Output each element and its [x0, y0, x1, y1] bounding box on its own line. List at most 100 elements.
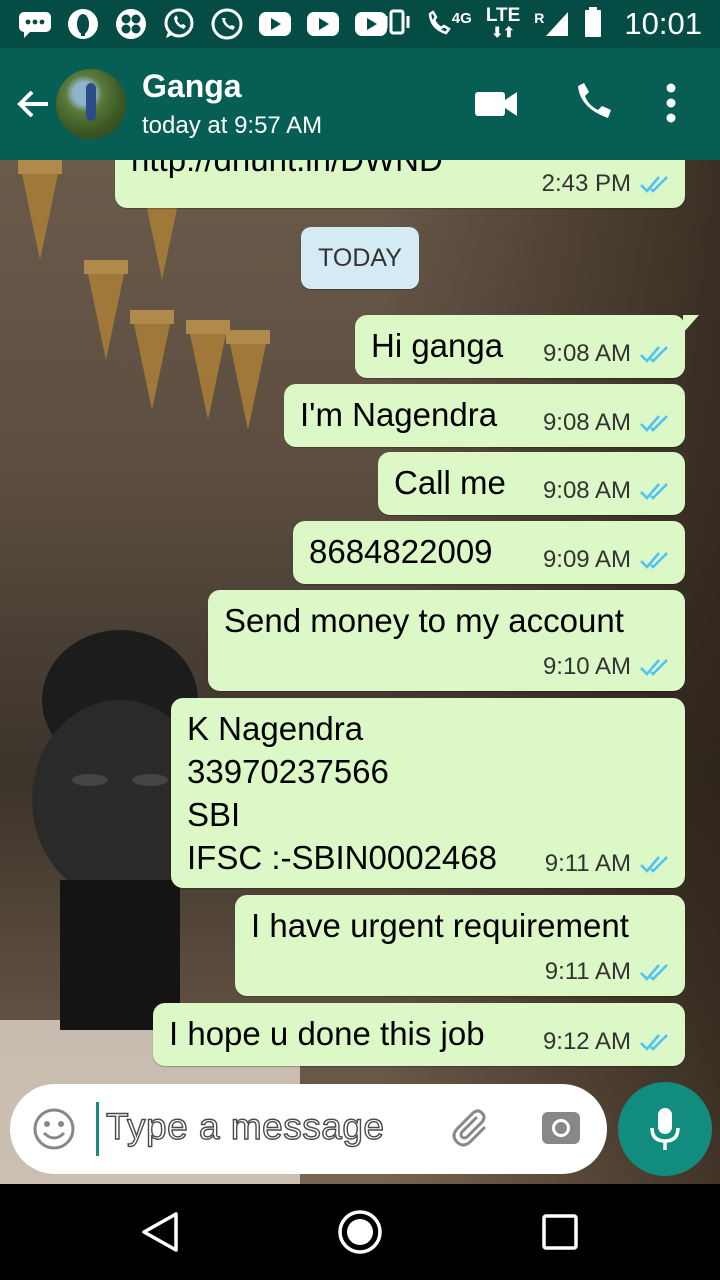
lamp-decoration: [84, 260, 128, 360]
message-meta: 9:08 AM: [543, 477, 671, 505]
double-check-icon: [640, 964, 668, 981]
signal-icon: R: [534, 10, 570, 38]
clock: 10:01: [624, 6, 702, 41]
text-cursor: [96, 1102, 99, 1156]
video-camera-icon: [475, 92, 517, 116]
vibrate-icon: [382, 8, 412, 41]
nav-back-button[interactable]: [138, 1208, 182, 1261]
camera-icon: [542, 1112, 580, 1144]
triangle-back-icon: [142, 1212, 178, 1252]
lamp-decoration: [226, 330, 270, 430]
voice-call-button[interactable]: [572, 82, 612, 129]
opera-icon: [66, 8, 100, 40]
arrow-left-icon: [17, 90, 48, 118]
avatar[interactable]: [56, 69, 126, 139]
message-time: 9:11 AM: [544, 958, 631, 985]
double-check-icon: [640, 415, 668, 432]
message-bubble-outgoing[interactable]: I have urgent requirement 9:11 AM: [235, 895, 685, 996]
date-divider: TODAY: [301, 227, 419, 289]
message-meta: 9:10 AM: [543, 653, 671, 681]
message-time: 9:11 AM: [544, 850, 631, 877]
home-circle-icon: [338, 1210, 382, 1254]
message-text: Call me: [394, 464, 506, 501]
avatar-photo: [86, 83, 96, 121]
roaming-label: R: [534, 10, 545, 26]
message-bubble-outgoing[interactable]: Call me 9:08 AM: [378, 452, 685, 515]
messages-icon: [18, 8, 52, 40]
message-meta: 9:11 AM: [545, 850, 671, 878]
message-text: 8684822009: [309, 533, 493, 570]
message-text: I'm Nagendra: [300, 396, 498, 433]
call-icon: [210, 8, 244, 40]
message-bubble-outgoing[interactable]: 8684822009 9:09 AM: [293, 521, 685, 584]
double-check-icon: [640, 346, 668, 363]
emoji-button[interactable]: [32, 1107, 76, 1156]
lte-label: LTE: [485, 5, 521, 26]
lamp-decoration: [130, 310, 174, 410]
double-check-icon: [640, 552, 668, 569]
double-check-icon: [640, 659, 668, 676]
chat-header: Ganga today at 9:57 AM: [0, 48, 720, 160]
message-meta: 9:08 AM: [543, 340, 671, 368]
youtube-icon: [306, 8, 340, 40]
double-check-icon: [640, 856, 668, 873]
whatsapp-icon: [162, 8, 196, 40]
microphone-icon: [650, 1108, 680, 1150]
message-time: 9:08 AM: [542, 409, 631, 436]
phone-icon: [578, 83, 611, 118]
attach-button[interactable]: [450, 1106, 496, 1157]
double-check-icon: [640, 176, 668, 193]
more-options-button[interactable]: [664, 82, 678, 129]
message-input[interactable]: Type a message: [105, 1105, 384, 1148]
message-bubble-outgoing[interactable]: Send money to my account 9:10 AM: [208, 590, 685, 691]
nav-recents-button[interactable]: [540, 1212, 580, 1257]
data-arrows-icon: ⬇⬆: [491, 24, 515, 40]
message-bubble-outgoing[interactable]: I hope u done this job 9:12 AM: [153, 1003, 685, 1066]
voice-record-button[interactable]: [618, 1082, 712, 1176]
camera-button[interactable]: [540, 1106, 582, 1153]
message-time: 9:12 AM: [542, 1028, 631, 1055]
bubble-tail: [683, 315, 699, 333]
message-bubble-outgoing[interactable]: I'm Nagendra 9:08 AM: [284, 384, 685, 447]
lte-indicator: LTE ⬇⬆: [485, 5, 521, 40]
status-bar: 4G LTE ⬇⬆ R 10:01: [0, 0, 720, 48]
message-time: 9:08 AM: [542, 477, 631, 504]
message-time: 2:43 PM: [541, 170, 631, 197]
message-text: http://dhunt.in/DWND: [131, 160, 443, 181]
double-check-icon: [640, 1034, 668, 1051]
nav-home-button[interactable]: [336, 1208, 384, 1261]
message-text: I have urgent requirement: [251, 907, 629, 944]
message-meta: 9:12 AM: [543, 1028, 671, 1056]
lamp-decoration: [186, 320, 230, 420]
message-meta: 9:08 AM: [543, 409, 671, 437]
last-seen: today at 9:57 AM: [142, 112, 323, 139]
network-4g-label: 4G: [451, 10, 472, 27]
app-icon: [114, 8, 148, 40]
youtube-icon: [258, 8, 292, 40]
message-time: 9:10 AM: [542, 653, 631, 680]
square-recents-icon: [542, 1214, 578, 1250]
system-nav-bar: [0, 1184, 720, 1280]
wifi-calling-icon: 4G: [426, 10, 472, 38]
message-meta: 2:43 PM: [542, 170, 671, 198]
message-text: K Nagendra 33970237566 SBI IFSC :-SBIN00…: [187, 710, 497, 876]
back-button[interactable]: [14, 84, 54, 124]
message-input-bar[interactable]: Type a message: [10, 1084, 607, 1174]
lamp-decoration: [18, 160, 62, 260]
message-text: Send money to my account: [224, 602, 624, 639]
message-bubble-outgoing[interactable]: Hi ganga 9:08 AM: [355, 315, 699, 378]
message-text: I hope u done this job: [169, 1015, 485, 1052]
double-check-icon: [640, 483, 668, 500]
message-bubble-outgoing[interactable]: K Nagendra 33970237566 SBI IFSC :-SBIN00…: [171, 698, 685, 888]
battery-icon: [584, 6, 602, 42]
message-text: Hi ganga: [371, 327, 504, 364]
message-time: 9:09 AM: [542, 546, 631, 573]
contact-name[interactable]: Ganga: [142, 68, 242, 105]
video-call-button[interactable]: [474, 88, 518, 125]
message-bubble-outgoing[interactable]: http://dhunt.in/DWND 2:43 PM: [115, 160, 685, 208]
system-indicators: 4G LTE ⬇⬆ R 10:01: [382, 4, 702, 44]
message-time: 9:08 AM: [542, 340, 631, 367]
message-meta: 9:09 AM: [543, 546, 671, 574]
chat-wallpaper[interactable]: http://dhunt.in/DWND 2:43 PM TODAY Hi ga…: [0, 160, 720, 1184]
message-meta: 9:11 AM: [545, 958, 671, 986]
